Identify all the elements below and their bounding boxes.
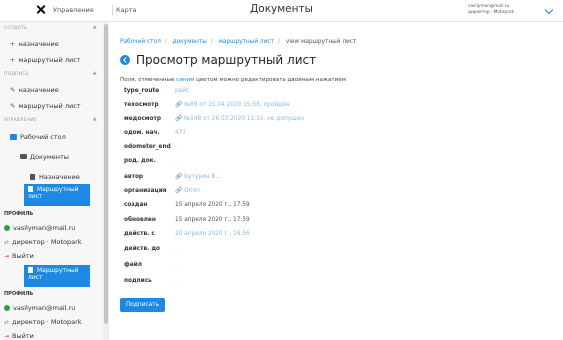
profile-role[interactable]: ⇄ директор · Motopark xyxy=(4,238,82,246)
document-icon xyxy=(28,186,33,192)
profile-heading-2: Профиль xyxy=(4,291,34,297)
sidebar: Создать ▲ + назначение + маршрутный лист П… xyxy=(0,22,103,340)
folder-icon xyxy=(20,154,27,159)
document-icon xyxy=(30,174,35,180)
user-email[interactable]: vasilyman@mail.ru xyxy=(468,4,509,9)
sign-button[interactable]: Подписать xyxy=(120,298,165,312)
edit-hint: Поля, отмеченные синим цветом можно реда… xyxy=(120,77,346,83)
collapse-icon[interactable]: ▲ xyxy=(93,25,96,30)
sidebar-item-route-list-2[interactable]: Маршрутный лист xyxy=(24,265,90,287)
main-content: Рабочий стол / документы / маршрутный лист… xyxy=(112,22,563,340)
profile-email[interactable]: vasilyman@mail.ru xyxy=(4,224,75,232)
person-icon xyxy=(4,305,10,311)
link-icon: 🔗 xyxy=(175,102,183,108)
crumb-route-list[interactable]: маршрутный лист xyxy=(219,39,274,45)
breadcrumb: Рабочий стол / документы / маршрутный лист… xyxy=(120,39,357,45)
sidebar-scrollbar[interactable] xyxy=(103,22,109,340)
signature-icon: ✎ xyxy=(10,86,16,94)
link-icon: 🔗 xyxy=(175,116,183,122)
sign-route-list[interactable]: ✎ маршрутный лист xyxy=(10,102,81,110)
section-manage: Управление xyxy=(4,118,37,123)
plus-icon: + xyxy=(10,56,16,64)
link-icon: 🔗 xyxy=(175,188,183,194)
section-sign: Подпись xyxy=(4,72,29,77)
sidebar-item-route-list[interactable]: Маршрутный лист xyxy=(24,184,90,206)
profile-email-2[interactable]: vasilyman@mail.ru xyxy=(4,304,75,312)
scrollbar-thumb[interactable] xyxy=(104,24,108,324)
collapse-icon[interactable]: ▲ xyxy=(93,71,96,76)
plus-icon: + xyxy=(10,40,16,48)
crumb-desk[interactable]: Рабочий стол xyxy=(120,39,161,45)
back-arrow-icon[interactable] xyxy=(120,55,130,65)
sidebar-item-desk[interactable]: Рабочий стол xyxy=(10,133,66,141)
sidebar-item-documents[interactable]: Документы xyxy=(20,153,69,161)
crumb-current: view маршрутный лист xyxy=(285,39,357,45)
signature-icon: ✎ xyxy=(10,102,16,110)
section-create: Создать xyxy=(4,26,28,31)
sidebar-item-assignment[interactable]: Назначение xyxy=(30,173,80,181)
top-bar: Управление Карта Документы vasilyman@mai… xyxy=(0,0,563,22)
profile-role-2[interactable]: ⇄ директор · Motopark xyxy=(4,318,82,326)
page-title: Просмотр маршрутный лист xyxy=(136,53,317,67)
create-route-list[interactable]: + маршрутный лист xyxy=(10,56,81,64)
profile-heading: Профиль xyxy=(4,211,34,217)
collapse-icon[interactable]: ▲ xyxy=(93,117,96,122)
role-icon: ⇄ xyxy=(4,319,10,326)
link-icon: 🔗 xyxy=(175,174,183,180)
crumb-documents[interactable]: документы xyxy=(173,39,207,45)
sign-assignment[interactable]: ✎ назначение xyxy=(10,86,59,94)
create-assignment[interactable]: + назначение xyxy=(10,40,59,48)
logout-link[interactable]: ⇥ Выйти xyxy=(4,252,34,260)
document-icon xyxy=(28,267,33,273)
desktop-icon xyxy=(10,134,17,140)
role-icon: ⇄ xyxy=(4,239,10,246)
user-role[interactable]: директор · Motopark xyxy=(468,10,514,15)
logout-icon: ⇥ xyxy=(4,333,10,340)
logout-icon: ⇥ xyxy=(4,253,10,260)
logout-link-2[interactable]: ⇥ Выйти xyxy=(4,332,34,340)
person-icon xyxy=(4,225,10,231)
